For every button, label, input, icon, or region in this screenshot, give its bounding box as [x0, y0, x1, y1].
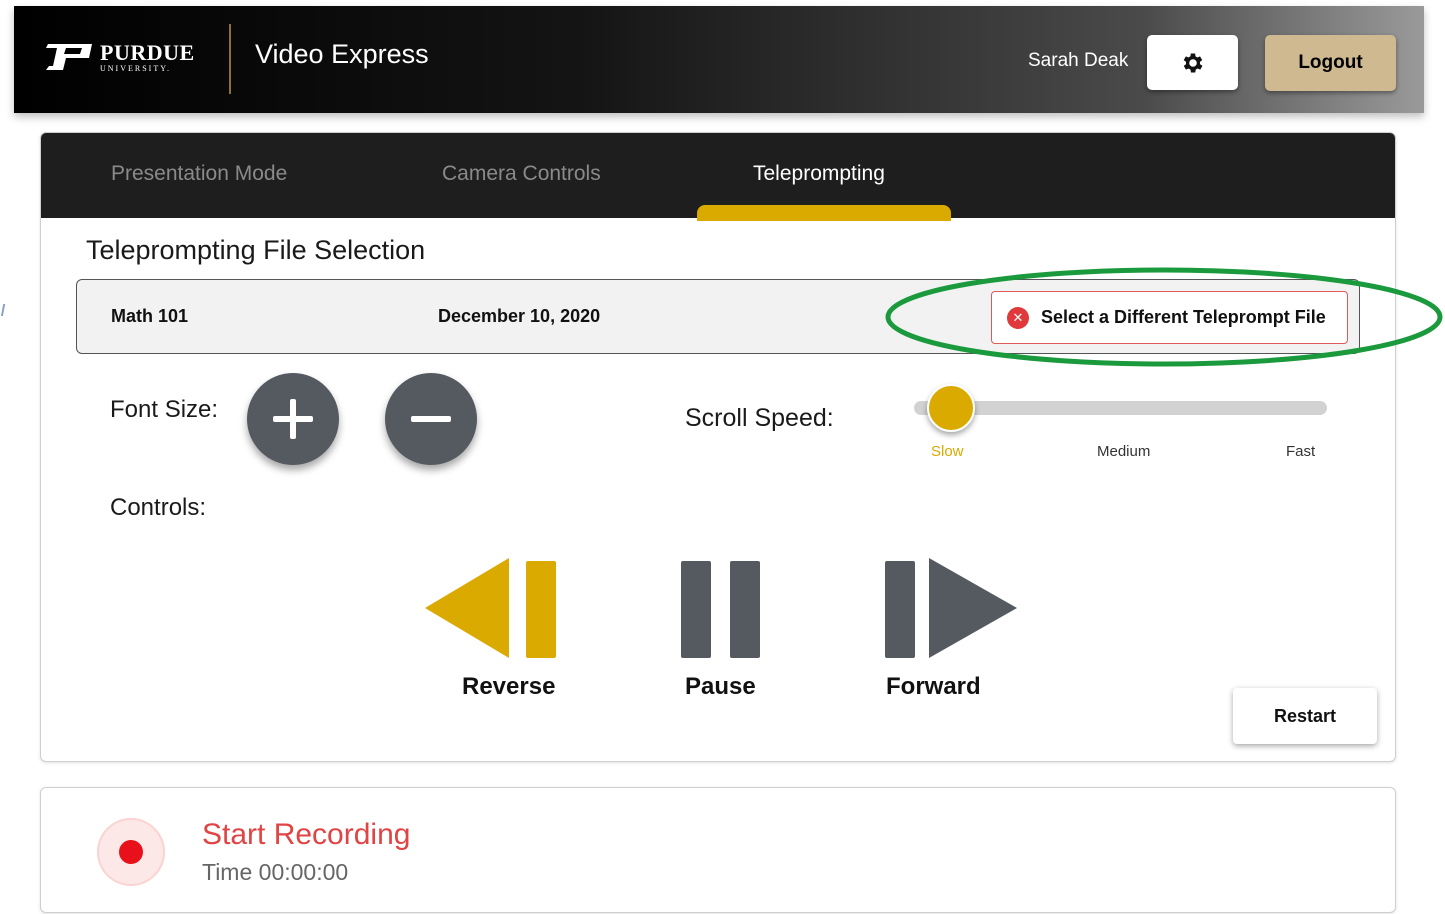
logo-subtitle: UNIVERSITY. [100, 63, 171, 73]
purdue-p-logo-icon [46, 44, 92, 70]
font-increase-button[interactable] [247, 373, 339, 465]
forward-icon[interactable] [881, 553, 1021, 663]
record-dot-icon [119, 840, 143, 864]
reverse-label[interactable]: Reverse [462, 673, 555, 701]
section-title: Teleprompting File Selection [86, 235, 426, 265]
logo-text: PURDUE UNIVERSITY. [100, 39, 195, 73]
speed-option-medium[interactable]: Medium [1097, 443, 1150, 460]
header-divider [229, 24, 231, 94]
speed-option-slow[interactable]: Slow [931, 443, 964, 460]
close-circle-icon: ✕ [1007, 306, 1029, 329]
app-title: Video Express [255, 39, 429, 69]
speed-option-fast[interactable]: Fast [1286, 443, 1315, 460]
active-tab-indicator [697, 205, 951, 221]
settings-button[interactable] [1147, 35, 1238, 90]
tab-camera-controls[interactable]: Camera Controls [442, 162, 601, 186]
selected-file-row: Math 101 December 10, 2020 ✕ Select a Di… [76, 279, 1360, 354]
reverse-icon[interactable] [423, 553, 563, 663]
logout-button[interactable]: Logout [1265, 35, 1396, 91]
recording-panel: Start Recording Time 00:00:00 [40, 787, 1396, 913]
font-size-label: Font Size: [110, 396, 219, 423]
edge-glyph: ı [0, 296, 7, 321]
forward-label[interactable]: Forward [886, 673, 981, 701]
file-date: December 10, 2020 [438, 306, 601, 326]
scroll-speed-handle[interactable] [927, 384, 975, 432]
select-different-file-button[interactable]: ✕ Select a Different Teleprompt File [991, 291, 1348, 344]
pause-label[interactable]: Pause [685, 673, 756, 701]
teleprompt-panel: Presentation Mode Camera Controls Telepr… [40, 132, 1396, 762]
tab-teleprompting[interactable]: Teleprompting [753, 162, 885, 186]
mode-tabs: Presentation Mode Camera Controls Telepr… [41, 133, 1395, 221]
logo-word: PURDUE [100, 39, 195, 65]
scroll-speed-label: Scroll Speed: [685, 404, 834, 432]
pause-icon[interactable] [677, 553, 767, 663]
start-recording-label[interactable]: Start Recording [202, 818, 410, 852]
minus-icon [411, 416, 451, 422]
purdue-logo: PURDUE UNIVERSITY. [40, 40, 195, 74]
restart-button[interactable]: Restart [1233, 688, 1377, 744]
user-name: Sarah Deak [1028, 50, 1129, 71]
top-header: PURDUE UNIVERSITY. Video Express Sarah D… [14, 6, 1424, 113]
scroll-speed-track[interactable] [914, 401, 1327, 415]
recording-time: Time 00:00:00 [202, 859, 349, 885]
record-button[interactable] [97, 818, 165, 886]
controls-label: Controls: [110, 494, 207, 521]
file-name: Math 101 [111, 306, 189, 326]
tab-presentation-mode[interactable]: Presentation Mode [111, 162, 287, 186]
font-decrease-button[interactable] [385, 373, 477, 465]
gear-icon [1183, 52, 1202, 73]
select-file-label: Select a Different Teleprompt File [1041, 307, 1326, 327]
plus-icon [273, 399, 313, 439]
